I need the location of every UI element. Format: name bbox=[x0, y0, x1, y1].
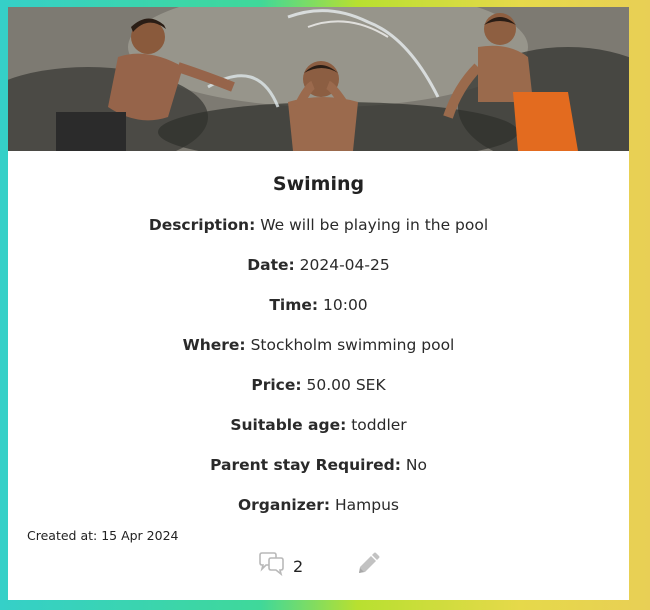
event-card: Swiming Description: We will be playing … bbox=[8, 7, 629, 600]
created-at: Created at: 15 Apr 2024 bbox=[27, 528, 179, 543]
event-image bbox=[8, 7, 629, 151]
description-row: Description: We will be playing in the p… bbox=[8, 205, 629, 245]
parent-label: Parent stay Required: bbox=[210, 456, 401, 474]
age-label: Suitable age: bbox=[230, 416, 347, 434]
time-label: Time: bbox=[269, 296, 319, 314]
comments-icon[interactable] bbox=[257, 551, 285, 581]
edit-button[interactable] bbox=[355, 551, 381, 581]
description-value: We will be playing in the pool bbox=[260, 216, 489, 234]
price-row: Price: 50.00 SEK bbox=[8, 365, 629, 405]
comments-button[interactable]: 2 bbox=[257, 551, 303, 581]
time-value: 10:00 bbox=[323, 296, 368, 314]
date-value: 2024-04-25 bbox=[299, 256, 390, 274]
parent-row: Parent stay Required: No bbox=[8, 445, 629, 485]
age-row: Suitable age: toddler bbox=[8, 405, 629, 445]
description-label: Description: bbox=[148, 216, 256, 234]
date-row: Date: 2024-04-25 bbox=[8, 245, 629, 285]
organizer-label: Organizer: bbox=[237, 496, 331, 514]
age-value: toddler bbox=[351, 416, 407, 434]
event-title: Swiming bbox=[272, 173, 365, 195]
price-label: Price: bbox=[251, 376, 302, 394]
price-value: 50.00 SEK bbox=[306, 376, 386, 394]
date-label: Date: bbox=[247, 256, 295, 274]
pencil-icon[interactable] bbox=[355, 552, 381, 581]
card-footer: 2 bbox=[8, 547, 629, 583]
organizer-row: Organizer: Hampus bbox=[8, 485, 629, 525]
organizer-value: Hampus bbox=[335, 496, 400, 514]
parent-value: No bbox=[405, 456, 427, 474]
time-row: Time: 10:00 bbox=[8, 285, 629, 325]
where-value: Stockholm swimming pool bbox=[250, 336, 455, 354]
where-row: Where: Stockholm swimming pool bbox=[8, 325, 629, 365]
where-label: Where: bbox=[182, 336, 246, 354]
comment-count: 2 bbox=[293, 556, 304, 576]
event-details: Description: We will be playing in the p… bbox=[8, 205, 629, 525]
